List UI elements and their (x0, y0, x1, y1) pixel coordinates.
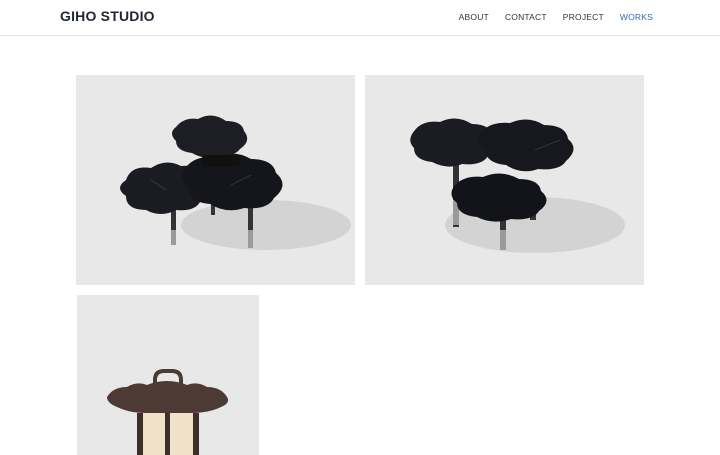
main-nav: ABOUT CONTACT PROJECT WORKS (459, 12, 653, 22)
lantern-image (77, 295, 259, 455)
gallery-item-side-table-1[interactable] (76, 75, 355, 285)
gallery-item-side-table-2[interactable] (365, 75, 644, 285)
side-table-image (365, 75, 644, 285)
side-table-image (76, 75, 355, 285)
site-header: GIHO STUDIO ABOUT CONTACT PROJECT WORKS (0, 0, 720, 36)
gallery-item-lantern[interactable] (77, 295, 259, 455)
nav-link-contact[interactable]: CONTACT (505, 12, 547, 22)
site-logo[interactable]: GIHO STUDIO (60, 8, 155, 24)
nav-link-about[interactable]: ABOUT (459, 12, 489, 22)
nav-link-works[interactable]: WORKS (620, 12, 653, 22)
nav-link-project[interactable]: PROJECT (563, 12, 604, 22)
